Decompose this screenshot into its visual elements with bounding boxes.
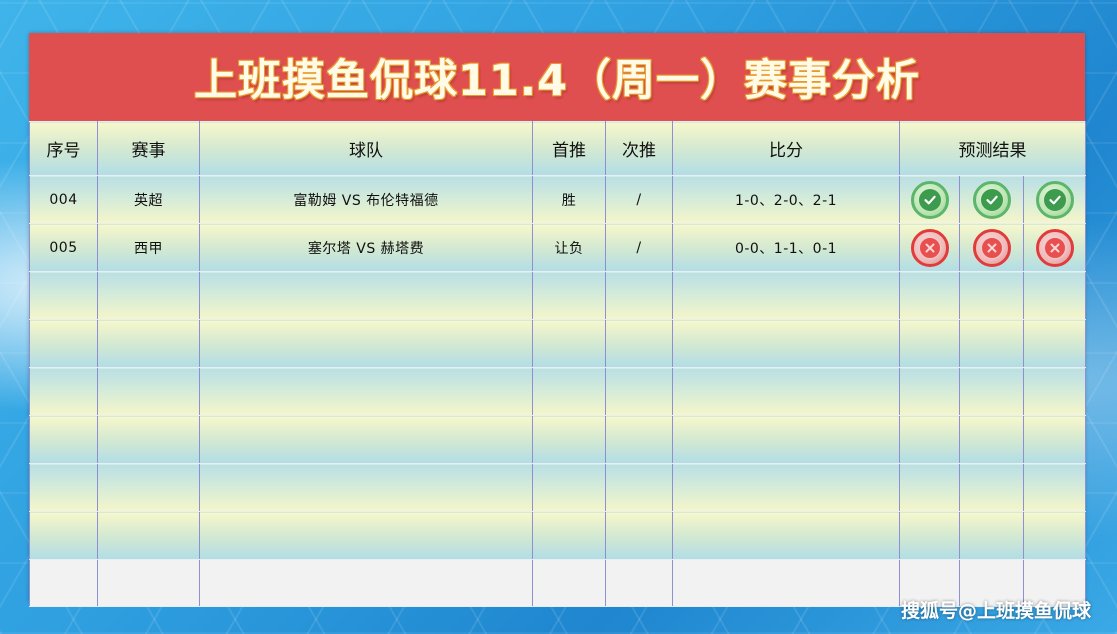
table-row: 004 英超 富勒姆 VS 布伦特福德 胜 / 1-0、2-0、2-1 [29, 175, 1086, 224]
cell-result [959, 175, 1024, 224]
empty-row [29, 319, 1086, 368]
cell-result [899, 223, 960, 272]
cell-teams: 富勒姆 VS 布伦特福德 [199, 175, 533, 224]
header-first-pick: 首推 [532, 121, 606, 176]
header-teams: 球队 [199, 121, 533, 176]
empty-row [29, 415, 1086, 464]
check-circle-icon [910, 180, 949, 219]
table-row: 005 西甲 塞尔塔 VS 赫塔费 让负 / 0-0、1-1、0-1 [29, 223, 1086, 272]
cell-teams: 塞尔塔 VS 赫塔费 [199, 223, 533, 272]
cell-result [1023, 175, 1086, 224]
empty-row [29, 367, 1086, 416]
title-bar: 上班摸鱼侃球11.4（周一）赛事分析 [29, 33, 1085, 121]
cell-result [899, 175, 960, 224]
cell-league: 西甲 [97, 223, 200, 272]
page-title: 上班摸鱼侃球11.4（周一）赛事分析 [193, 56, 921, 106]
empty-row [29, 511, 1086, 560]
cell-score: 0-0、1-1、0-1 [672, 223, 900, 272]
cell-result [1023, 223, 1086, 272]
header-row: 序号 赛事 球队 首推 次推 比分 预测结果 [29, 121, 1086, 176]
header-seq: 序号 [29, 121, 98, 176]
analysis-panel: 上班摸鱼侃球11.4（周一）赛事分析 序号 赛事 球队 首推 次推 比分 预测结… [29, 33, 1086, 607]
cell-first-pick: 让负 [532, 223, 606, 272]
cell-league: 英超 [97, 175, 200, 224]
cell-result [959, 223, 1024, 272]
header-result: 预测结果 [899, 121, 1086, 176]
check-circle-icon [972, 180, 1011, 219]
header-second-pick: 次推 [605, 121, 673, 176]
watermark: 搜狐号@上班摸鱼侃球 [900, 600, 1091, 622]
cell-second-pick: / [605, 175, 673, 224]
cell-seq: 005 [29, 223, 98, 272]
cell-seq: 004 [29, 175, 98, 224]
cross-circle-icon [1035, 228, 1074, 267]
cell-first-pick: 胜 [532, 175, 606, 224]
empty-row [29, 463, 1086, 512]
check-circle-icon [1035, 180, 1074, 219]
match-table: 序号 赛事 球队 首推 次推 比分 预测结果 004 英超 富勒姆 VS 布伦特… [29, 121, 1086, 607]
header-score: 比分 [672, 121, 900, 176]
cross-circle-icon [910, 228, 949, 267]
cell-second-pick: / [605, 223, 673, 272]
empty-row [29, 271, 1086, 320]
cell-score: 1-0、2-0、2-1 [672, 175, 900, 224]
cross-circle-icon [972, 228, 1011, 267]
header-league: 赛事 [97, 121, 200, 176]
